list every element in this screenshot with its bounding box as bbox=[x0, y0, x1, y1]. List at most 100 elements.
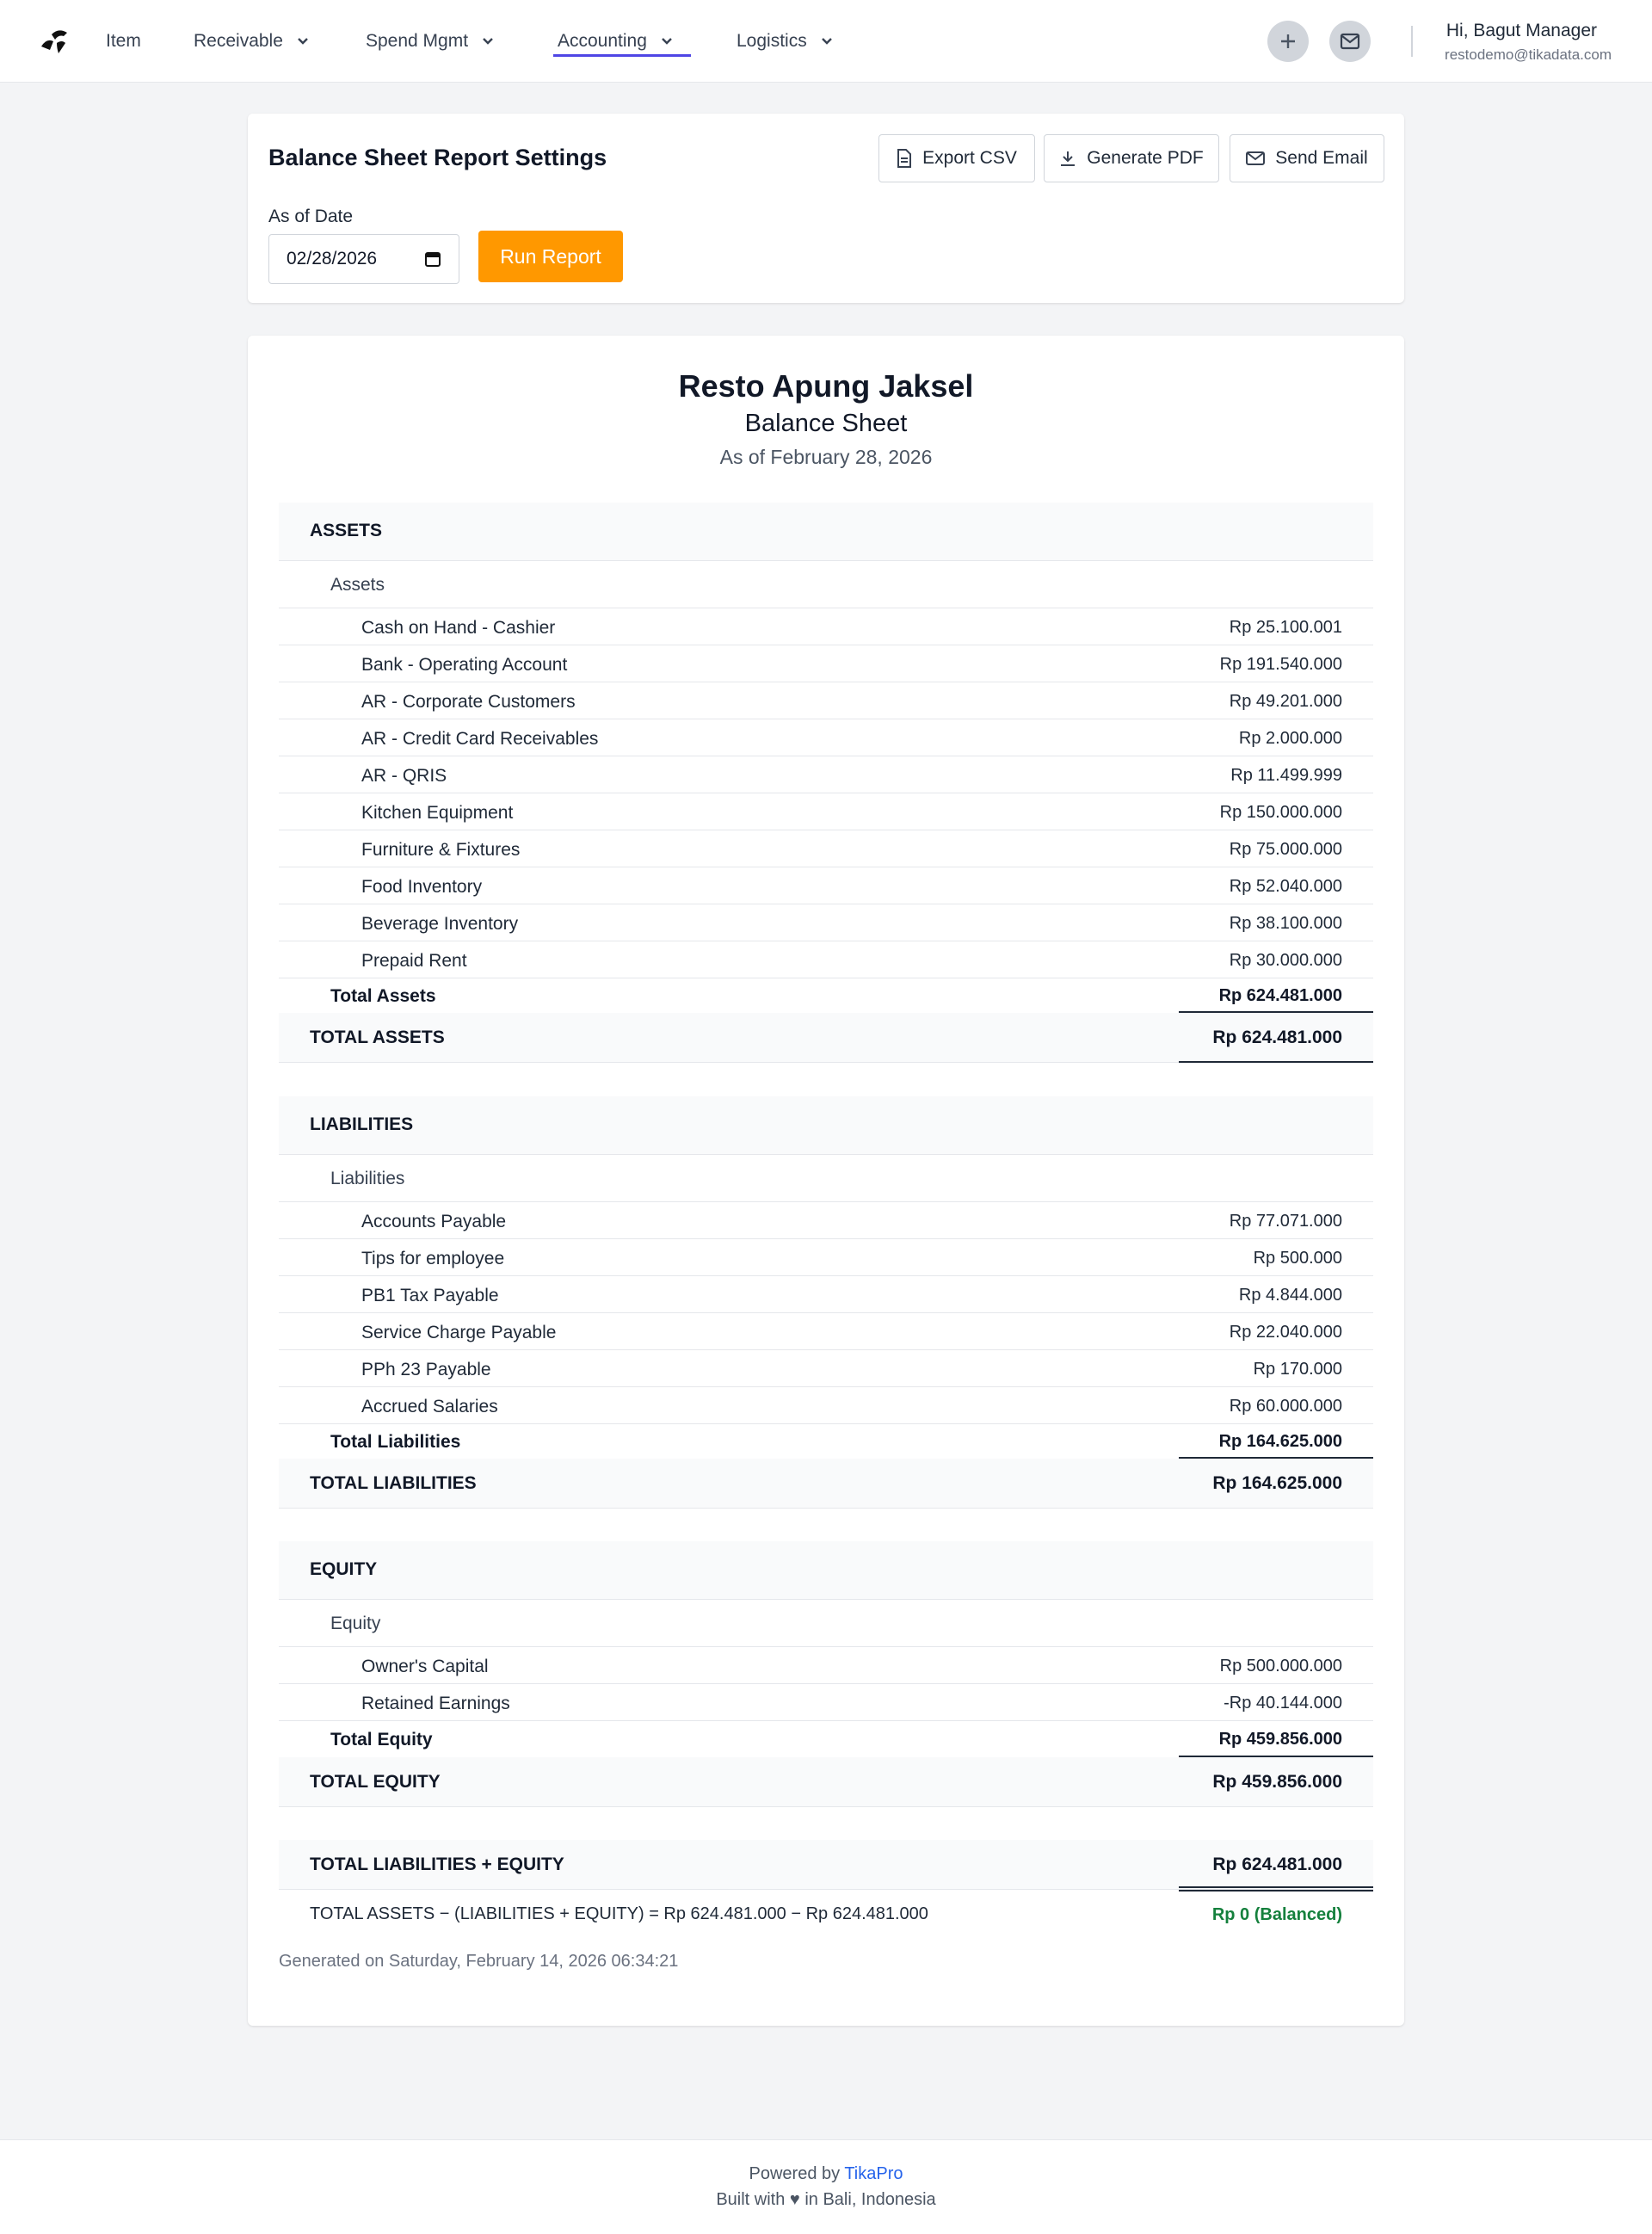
account-name: Accounts Payable bbox=[361, 1212, 507, 1231]
balance-check-label: TOTAL ASSETS − (LIABILITIES + EQUITY) = … bbox=[310, 1904, 928, 1923]
account-amount: Rp 11.499.999 bbox=[1230, 766, 1342, 785]
section-header-liabilities: LIABILITIES bbox=[279, 1096, 1373, 1155]
messages-button[interactable] bbox=[1329, 21, 1371, 62]
total-label: TOTAL LIABILITIES bbox=[310, 1473, 477, 1493]
send-email-button[interactable]: Send Email bbox=[1230, 134, 1384, 182]
account-name: Service Charge Payable bbox=[361, 1323, 557, 1342]
nav-item-receivable[interactable]: Receivable bbox=[194, 0, 311, 83]
section-header-label: ASSETS bbox=[310, 521, 383, 540]
account-row[interactable]: PB1 Tax Payable Rp 4.844.000 bbox=[279, 1276, 1373, 1313]
account-amount: Rp 77.071.000 bbox=[1229, 1212, 1342, 1231]
subtotal-amount: Rp 459.856.000 bbox=[1218, 1730, 1342, 1749]
total-row-equity: TOTAL EQUITY Rp 459.856.000 bbox=[279, 1757, 1373, 1807]
account-row[interactable]: Service Charge Payable Rp 22.040.000 bbox=[279, 1313, 1373, 1350]
account-row[interactable]: Cash on Hand - Cashier Rp 25.100.001 bbox=[279, 608, 1373, 645]
chevron-down-icon bbox=[483, 38, 493, 45]
nav-item-label: Spend Mgmt bbox=[366, 31, 469, 51]
account-amount: Rp 500.000 bbox=[1253, 1249, 1342, 1268]
total-label: TOTAL ASSETS bbox=[310, 1028, 445, 1047]
account-amount: Rp 25.100.001 bbox=[1229, 618, 1342, 637]
envelope-icon bbox=[1246, 151, 1266, 165]
add-button[interactable] bbox=[1267, 21, 1309, 62]
account-name: Tips for employee bbox=[361, 1249, 505, 1268]
account-row[interactable]: Accounts Payable Rp 77.071.000 bbox=[279, 1202, 1373, 1239]
account-row[interactable]: AR - Credit Card Receivables Rp 2.000.000 bbox=[279, 719, 1373, 756]
user-greeting[interactable]: Hi, Bagut Manager bbox=[1446, 21, 1597, 41]
page-footer: Powered by TikaPro Built with ♥ in Bali,… bbox=[0, 2139, 1652, 2234]
send-email-label: Send Email bbox=[1275, 148, 1368, 168]
nav-item-spend-mgmt[interactable]: Spend Mgmt bbox=[366, 0, 496, 83]
account-row[interactable]: Kitchen Equipment Rp 150.000.000 bbox=[279, 793, 1373, 830]
account-amount: Rp 52.040.000 bbox=[1229, 877, 1342, 896]
run-report-button[interactable]: Run Report bbox=[478, 231, 623, 282]
built-location-text: in Bali, Indonesia bbox=[804, 2190, 936, 2209]
account-row[interactable]: AR - QRIS Rp 11.499.999 bbox=[279, 756, 1373, 793]
account-amount: Rp 2.000.000 bbox=[1238, 729, 1342, 748]
subtotal-amount: Rp 164.625.000 bbox=[1218, 1432, 1342, 1451]
account-name: AR - QRIS bbox=[361, 766, 447, 786]
subtotal-amount: Rp 624.481.000 bbox=[1218, 986, 1342, 1005]
tikadata-logo-icon[interactable] bbox=[38, 26, 72, 57]
section-header-label: EQUITY bbox=[310, 1559, 378, 1579]
nav-item-label: Accounting bbox=[558, 31, 647, 51]
report-settings-card: Balance Sheet Report Settings Export CSV… bbox=[248, 114, 1404, 303]
account-amount: Rp 22.040.000 bbox=[1229, 1323, 1342, 1342]
section-header-label: LIABILITIES bbox=[310, 1114, 414, 1134]
account-row[interactable]: Owner's Capital Rp 500.000.000 bbox=[279, 1647, 1373, 1684]
nav-item-item[interactable]: Item bbox=[106, 0, 141, 83]
account-amount: Rp 38.100.000 bbox=[1229, 914, 1342, 933]
generated-timestamp: Generated on Saturday, February 14, 2026… bbox=[279, 1952, 679, 1971]
account-amount: Rp 60.000.000 bbox=[1229, 1397, 1342, 1416]
as-of-date-input[interactable]: 02/28/2026 bbox=[268, 234, 459, 284]
calendar-icon[interactable] bbox=[424, 250, 441, 268]
tikapro-link[interactable]: TikaPro bbox=[844, 2164, 903, 2183]
account-row[interactable]: Tips for employee Rp 500.000 bbox=[279, 1239, 1373, 1276]
date-value: 02/28/2026 bbox=[287, 249, 378, 268]
balance-sheet-card: Resto Apung Jaksel Balance Sheet As of F… bbox=[248, 336, 1404, 2026]
account-row[interactable]: AR - Corporate Customers Rp 49.201.000 bbox=[279, 682, 1373, 719]
account-row[interactable]: Accrued Salaries Rp 60.000.000 bbox=[279, 1387, 1373, 1424]
account-name: Cash on Hand - Cashier bbox=[361, 618, 556, 638]
account-row[interactable]: Bank - Operating Account Rp 191.540.000 bbox=[279, 645, 1373, 682]
group-label: Equity bbox=[330, 1614, 381, 1633]
report-title: Balance Sheet bbox=[744, 410, 908, 437]
nav-item-label: Receivable bbox=[194, 31, 283, 51]
group-row-assets: Assets bbox=[279, 561, 1373, 608]
built-with-line: Built with ♥ in Bali, Indonesia bbox=[0, 2190, 1652, 2210]
nav-item-label: Logistics bbox=[737, 31, 807, 51]
nav-item-accounting[interactable]: Accounting bbox=[558, 0, 675, 83]
export-csv-button[interactable]: Export CSV bbox=[878, 134, 1035, 182]
grand-total-amount: Rp 624.481.000 bbox=[1212, 1854, 1342, 1874]
account-name: Beverage Inventory bbox=[361, 914, 519, 934]
subtotal-row-liabilities: Total Liabilities Rp 164.625.000 bbox=[279, 1424, 1373, 1459]
grand-total-row: TOTAL LIABILITIES + EQUITY Rp 624.481.00… bbox=[279, 1840, 1373, 1891]
account-row[interactable]: PPh 23 Payable Rp 170.000 bbox=[279, 1350, 1373, 1387]
account-name: Kitchen Equipment bbox=[361, 803, 514, 823]
account-name: Furniture & Fixtures bbox=[361, 840, 521, 860]
section-header-assets: ASSETS bbox=[279, 503, 1373, 561]
account-row[interactable]: Prepaid Rent Rp 30.000.000 bbox=[279, 941, 1373, 978]
account-amount: Rp 75.000.000 bbox=[1229, 840, 1342, 859]
account-amount: Rp 49.201.000 bbox=[1229, 692, 1342, 711]
account-row[interactable]: Beverage Inventory Rp 38.100.000 bbox=[279, 904, 1373, 941]
section-header-equity: EQUITY bbox=[279, 1541, 1373, 1600]
powered-by-line: Powered by TikaPro bbox=[0, 2164, 1652, 2184]
account-amount: Rp 4.844.000 bbox=[1238, 1286, 1342, 1305]
generate-pdf-label: Generate PDF bbox=[1087, 148, 1204, 168]
group-label: Assets bbox=[330, 575, 385, 595]
chevron-down-icon bbox=[662, 38, 672, 45]
document-icon bbox=[897, 149, 912, 168]
account-row[interactable]: Furniture & Fixtures Rp 75.000.000 bbox=[279, 830, 1373, 867]
subtotal-row-equity: Total Equity Rp 459.856.000 bbox=[279, 1721, 1373, 1757]
account-row[interactable]: Food Inventory Rp 52.040.000 bbox=[279, 867, 1373, 904]
account-name: PB1 Tax Payable bbox=[361, 1286, 499, 1305]
account-amount: Rp 191.540.000 bbox=[1219, 655, 1342, 674]
total-label: TOTAL EQUITY bbox=[310, 1772, 441, 1792]
total-amount: Rp 624.481.000 bbox=[1212, 1028, 1342, 1047]
account-amount: -Rp 40.144.000 bbox=[1224, 1694, 1342, 1713]
generate-pdf-button[interactable]: Generate PDF bbox=[1044, 134, 1219, 182]
account-row[interactable]: Retained Earnings -Rp 40.144.000 bbox=[279, 1684, 1373, 1721]
group-label: Liabilities bbox=[330, 1169, 405, 1188]
company-name: Resto Apung Jaksel bbox=[678, 368, 974, 404]
nav-item-logistics[interactable]: Logistics bbox=[737, 0, 835, 83]
